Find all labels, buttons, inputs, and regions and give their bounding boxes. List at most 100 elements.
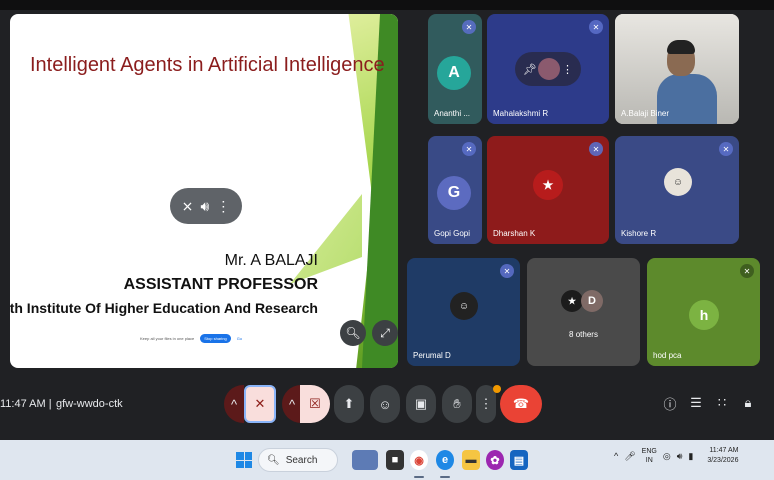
more-icon[interactable]: ⋮ — [562, 63, 573, 76]
more-icon[interactable]: ⋮ — [216, 198, 230, 215]
institution-name: Bharath Institute Of Higher Education An… — [10, 300, 318, 316]
avatar: h — [689, 300, 719, 330]
lang-top: ENG — [641, 448, 657, 455]
stop-sharing-button[interactable]: Stop sharing — [200, 333, 231, 343]
camera-off-icon: ☒ — [309, 396, 321, 411]
mic-off-icon: ✕ — [740, 264, 754, 278]
meeting-time: 11:47 AM | — [0, 398, 52, 410]
lang-bottom: IN — [645, 457, 653, 464]
avatar: G — [437, 176, 471, 210]
avatar: D — [581, 290, 603, 312]
banner-link[interactable]: Go — [237, 336, 242, 341]
separator: | — [48, 398, 52, 410]
mic-off-icon: ✕ — [254, 396, 266, 411]
raise-hand-button[interactable]: ✋︎ — [442, 385, 472, 423]
captions-icon: ▣ — [414, 396, 428, 411]
zoom-controls: 🔍︎ ⤢ — [340, 320, 398, 346]
participant-name: Kishore R — [621, 229, 657, 238]
captions-button[interactable]: ▣ — [406, 385, 436, 423]
language-indicator[interactable]: ENG IN — [642, 447, 657, 465]
microphone-icon[interactable]: 🎤︎ — [624, 451, 635, 462]
unpin-icon[interactable]: ⨯ — [182, 198, 194, 215]
mic-off-icon: ✕ — [589, 142, 603, 156]
more-icon: ⋮ — [479, 396, 493, 411]
clock-date: 3/23/2026 — [707, 457, 739, 464]
task-view-icon[interactable]: ■ — [386, 450, 404, 470]
avatar: ★ — [533, 170, 563, 200]
participant-name: Perumal D — [413, 351, 451, 360]
widgets-icon[interactable] — [352, 450, 378, 470]
video-person — [667, 40, 695, 54]
clock-time: 11:47 AM — [709, 447, 739, 454]
avatar: ☺ — [450, 292, 478, 320]
taskbar-clock[interactable]: 11:47 AM 3/23/2026 — [707, 446, 738, 466]
participant-name: Gopi Gopi — [434, 229, 471, 238]
os-taskbar: 🔍︎ Search ■ ◉ e ▬ ✿ ▤ ^ 🎤︎ ENG IN ◎ 🔊︎ ▮… — [0, 440, 774, 480]
active-indicator — [414, 476, 424, 478]
participant-tile[interactable]: ✕ 📌︎ ⋮ Mahalakshmi R — [487, 14, 609, 124]
avatar: A — [437, 56, 471, 90]
chrome-icon[interactable]: ◉ — [410, 450, 428, 470]
sharing-banner-text: Keep all your files in one place — [140, 335, 195, 341]
file-explorer-icon[interactable]: ▬ — [462, 450, 480, 470]
avatar: ☺ — [664, 168, 692, 196]
pin-icon[interactable]: 📌︎ — [523, 63, 537, 76]
participant-name: Ananthi ... — [434, 109, 471, 118]
store-icon[interactable]: ▤ — [510, 450, 528, 470]
meeting-code: gfw-wwdo-ctk — [56, 398, 123, 410]
apps-icon[interactable]: ∷ — [712, 393, 732, 413]
meet-window: Intelligent Agents in Artificial Intelli… — [0, 0, 774, 480]
participant-tile[interactable]: ✕ ☺ Perumal D — [407, 258, 520, 366]
others-tile[interactable]: ★ D 8 others — [527, 258, 640, 366]
avatar — [538, 58, 561, 80]
present-button[interactable]: ⬆ — [334, 385, 364, 423]
active-indicator — [440, 476, 450, 478]
participant-tile[interactable]: ✕ ★ Dharshan K — [487, 136, 609, 244]
battery-icon[interactable]: ▮ — [688, 451, 693, 462]
clock-text: 11:47 AM — [0, 398, 46, 410]
slide-overlay-toolbar: ⨯ 🔊︎ ⋮ — [170, 188, 242, 224]
expand-icon[interactable]: ⤢ — [372, 320, 398, 346]
microphone-button[interactable]: ✕ — [244, 385, 276, 423]
slide-title: Intelligent Agents in Artificial Intelli… — [30, 54, 385, 76]
system-tray: ^ 🎤︎ ENG IN ◎ 🔊︎ ▮ 11:47 AM 3/23/2026 — [614, 446, 738, 466]
speaker-icon[interactable]: 🔊︎ — [200, 198, 209, 215]
volume-icon[interactable]: 🔊︎ — [677, 451, 683, 462]
presentation-slide: Intelligent Agents in Artificial Intelli… — [10, 14, 398, 368]
zoom-icon[interactable]: 🔍︎ — [340, 320, 366, 346]
others-count: 8 others — [569, 330, 598, 339]
participant-tile[interactable]: ✕ G Gopi Gopi — [428, 136, 482, 244]
reactions-button[interactable]: ☺ — [370, 385, 400, 423]
participant-tile[interactable]: A.Balaji Biner — [615, 14, 739, 124]
edge-icon[interactable]: e — [436, 450, 454, 470]
participant-name: A.Balaji Biner — [621, 109, 670, 118]
presenter-name: Mr. A BALAJI — [224, 252, 318, 269]
info-icon[interactable]: ⓘ — [660, 393, 680, 413]
chat-icon[interactable]: ☰ — [686, 393, 706, 413]
app-icon[interactable]: ✿ — [486, 450, 504, 470]
avatar: ★ — [561, 290, 583, 312]
participant-tile[interactable]: ✕ ☺ Kishore R — [615, 136, 739, 244]
leave-call-button[interactable]: ☎ — [500, 385, 542, 423]
emoji-icon: ☺ — [378, 396, 392, 412]
mic-off-icon: ✕ — [719, 142, 733, 156]
participant-name: Dharshan K — [493, 229, 536, 238]
chevron-up-icon[interactable]: ^ — [614, 451, 618, 461]
tile-hover-toolbar: 📌︎ ⋮ — [515, 52, 581, 86]
host-controls-icon[interactable]: 🔒︎ — [738, 393, 758, 413]
windows-start-icon[interactable] — [236, 452, 252, 468]
participant-tile[interactable]: ✕ A Ananthi ... — [428, 14, 482, 124]
top-strip — [0, 0, 774, 10]
search-placeholder: Search — [285, 454, 318, 466]
search-icon: 🔍︎ — [267, 454, 280, 466]
notification-dot — [493, 385, 501, 393]
taskbar-search[interactable]: 🔍︎ Search — [258, 448, 338, 472]
hand-icon: ✋︎ — [453, 396, 461, 411]
present-icon: ⬆ — [343, 396, 355, 411]
participant-name: hod pca — [653, 351, 682, 360]
participant-tile[interactable]: ✕ h hod pca — [647, 258, 760, 366]
wifi-icon[interactable]: ◎ — [663, 451, 671, 462]
participant-name: Mahalakshmi R — [493, 109, 549, 118]
slide-decoration — [290, 194, 362, 284]
mic-off-icon: ✕ — [462, 20, 476, 34]
